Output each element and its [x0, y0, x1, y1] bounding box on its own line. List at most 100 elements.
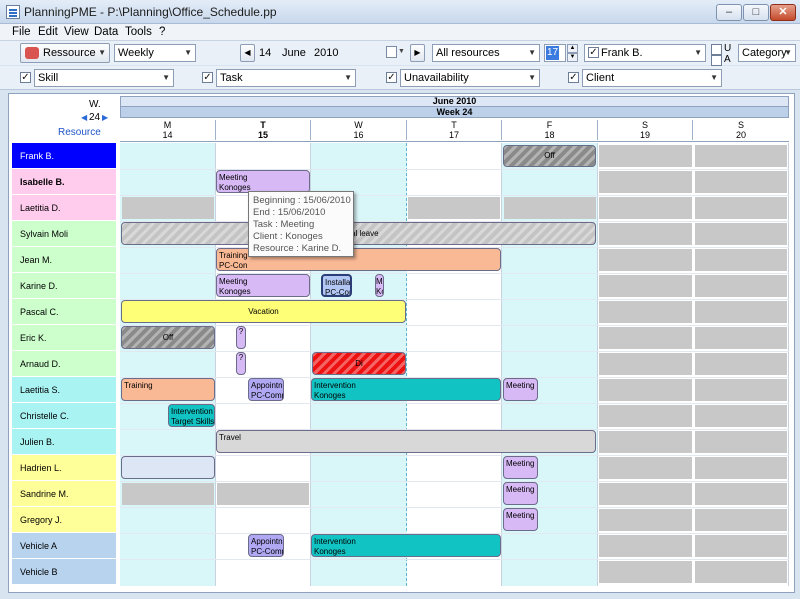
unavailable-block[interactable] — [695, 327, 787, 349]
person-filter-checkbox[interactable]: ✓ — [588, 47, 599, 58]
event-karine-small[interactable]: MKo — [375, 274, 384, 297]
event-isabelle-meeting[interactable]: Meeting Konoges — [216, 170, 310, 193]
previous-week-icon[interactable]: ◀ — [81, 113, 87, 122]
unavailable-block[interactable] — [695, 301, 787, 323]
event-laetitias-intervention[interactable]: Intervention Konoges — [311, 378, 501, 401]
count-spinner-field[interactable]: 17 — [544, 44, 566, 62]
event-sylvain-leave[interactable]: al leave — [121, 222, 596, 245]
unavailable-block[interactable] — [695, 509, 787, 531]
unavailable-block[interactable] — [695, 197, 787, 219]
view-mode-select[interactable]: Weekly ▼ — [114, 44, 196, 62]
close-button[interactable]: ✕ — [770, 4, 796, 21]
date-year[interactable]: 2010 — [314, 47, 338, 59]
resource-column-header[interactable]: Resource — [58, 127, 101, 138]
event-julien-travel[interactable]: Travel — [216, 430, 596, 453]
unavailable-block[interactable] — [599, 249, 692, 271]
unavailable-block[interactable] — [122, 197, 214, 219]
resource-row-hadrien[interactable]: Hadrien L. — [12, 455, 116, 481]
date-month[interactable]: June — [282, 47, 306, 59]
day-header-wed[interactable]: W 16 — [311, 120, 407, 140]
resource-button[interactable]: Ressource ▼ — [20, 43, 110, 63]
resource-row-laetitia-d[interactable]: Laetitia D. — [12, 195, 116, 221]
event-vehicle-appointment[interactable]: Appointn PC-Comp — [248, 534, 284, 557]
previous-date-button[interactable]: ◀ — [240, 44, 255, 62]
event-karine-install[interactable]: InstallatPC-Com — [321, 274, 352, 297]
next-week-icon[interactable]: ▶ — [102, 113, 108, 122]
skill-filter-select[interactable]: Skill ▼ — [34, 69, 174, 87]
unavailable-block[interactable] — [599, 483, 692, 505]
event-pascal-vacation[interactable]: Vacation — [121, 300, 406, 323]
event-eric-marker[interactable]: ? — [236, 326, 246, 349]
unavailable-block[interactable] — [695, 535, 787, 557]
option-a-checkbox[interactable] — [711, 55, 722, 66]
resource-row-vehicle-a[interactable]: Vehicle A — [12, 533, 116, 559]
day-header-thu[interactable]: T 17 — [407, 120, 502, 140]
menu-file[interactable]: File — [12, 26, 31, 38]
spin-up-button[interactable]: ▲ — [567, 44, 578, 53]
unavailable-block[interactable] — [599, 405, 692, 427]
person-filter-select[interactable]: ✓ Frank B. ▼ — [584, 44, 706, 62]
menu-tools[interactable]: Tools — [125, 26, 152, 38]
resource-row-laetitia-s[interactable]: Laetitia S. — [12, 377, 116, 403]
unavailable-block[interactable] — [599, 145, 692, 167]
skill-filter-checkbox[interactable]: ✓ — [20, 72, 31, 83]
unavailable-block[interactable] — [599, 275, 692, 297]
unavailable-block[interactable] — [599, 171, 692, 193]
unavailable-block[interactable] — [695, 275, 787, 297]
unavailable-block[interactable] — [695, 483, 787, 505]
date-day[interactable]: 14 — [259, 47, 271, 59]
day-header-sat[interactable]: S 19 — [598, 120, 693, 140]
event-arnaud-marker[interactable]: ? — [236, 352, 246, 375]
next-date-button[interactable]: ▶ — [410, 44, 425, 62]
unavailable-block[interactable] — [695, 145, 787, 167]
resource-row-isabelle[interactable]: Isabelle B. — [12, 169, 116, 195]
event-laetitias-appointment[interactable]: Appointn PC-Comp — [248, 378, 284, 401]
resource-row-frank[interactable]: Frank B. — [12, 143, 116, 169]
menu-edit[interactable]: Edit — [38, 26, 58, 38]
chevron-down-icon[interactable]: ▼ — [398, 48, 405, 55]
unavailable-block[interactable] — [599, 509, 692, 531]
event-arnaud-red[interactable]: Di — [312, 352, 406, 375]
resource-row-eric[interactable]: Eric K. — [12, 325, 116, 351]
unavailable-block[interactable] — [695, 171, 787, 193]
unavailable-block[interactable] — [599, 457, 692, 479]
option-u-checkbox[interactable] — [711, 44, 722, 55]
unavailable-block[interactable] — [217, 483, 309, 505]
unavailable-block[interactable] — [695, 353, 787, 375]
spin-down-button[interactable]: ▼ — [567, 53, 578, 62]
task-filter-select[interactable]: Task ▼ — [216, 69, 356, 87]
resource-row-jean[interactable]: Jean M. — [12, 247, 116, 273]
unavailable-block[interactable] — [599, 353, 692, 375]
minimize-button[interactable]: – — [716, 4, 742, 21]
resource-row-gregory[interactable]: Gregory J. — [12, 507, 116, 533]
resource-row-arnaud[interactable]: Arnaud D. — [12, 351, 116, 377]
day-header-tue[interactable]: T 15 — [216, 120, 311, 140]
event-christelle-intervention[interactable]: Intervention Target Skills — [168, 404, 215, 427]
event-hadrien-meeting[interactable]: Meeting — [503, 456, 538, 479]
menu-help[interactable]: ? — [159, 26, 165, 38]
event-laetitias-meeting[interactable]: Meeting — [503, 378, 538, 401]
unavailable-block[interactable] — [695, 561, 787, 583]
unavailable-block[interactable] — [599, 431, 692, 453]
resources-filter-select[interactable]: All resources ▼ — [432, 44, 540, 62]
event-frank-off[interactable]: Off — [503, 145, 596, 167]
resource-row-pascal[interactable]: Pascal C. — [12, 299, 116, 325]
unavailable-block[interactable] — [599, 561, 692, 583]
unavailable-block[interactable] — [695, 379, 787, 401]
category-select[interactable]: Category ▼ — [738, 44, 796, 62]
event-laetitias-training[interactable]: Training — [121, 378, 215, 401]
unavailability-filter-checkbox[interactable]: ✓ — [386, 72, 397, 83]
calendar-icon[interactable] — [386, 46, 397, 58]
menu-view[interactable]: View — [64, 26, 89, 38]
maximize-button[interactable]: □ — [743, 4, 769, 21]
client-filter-checkbox[interactable]: ✓ — [568, 72, 579, 83]
day-header-sun[interactable]: S 20 — [693, 120, 789, 140]
event-eric-off[interactable]: Off — [121, 326, 215, 349]
task-filter-checkbox[interactable]: ✓ — [202, 72, 213, 83]
event-gregory-meeting[interactable]: Meeting — [503, 508, 538, 531]
unavailable-block[interactable] — [695, 249, 787, 271]
unavailable-block[interactable] — [122, 483, 214, 505]
day-header-mon[interactable]: M 14 — [120, 120, 216, 140]
unavailable-block[interactable] — [599, 223, 692, 245]
unavailability-filter-select[interactable]: Unavailability ▼ — [400, 69, 540, 87]
